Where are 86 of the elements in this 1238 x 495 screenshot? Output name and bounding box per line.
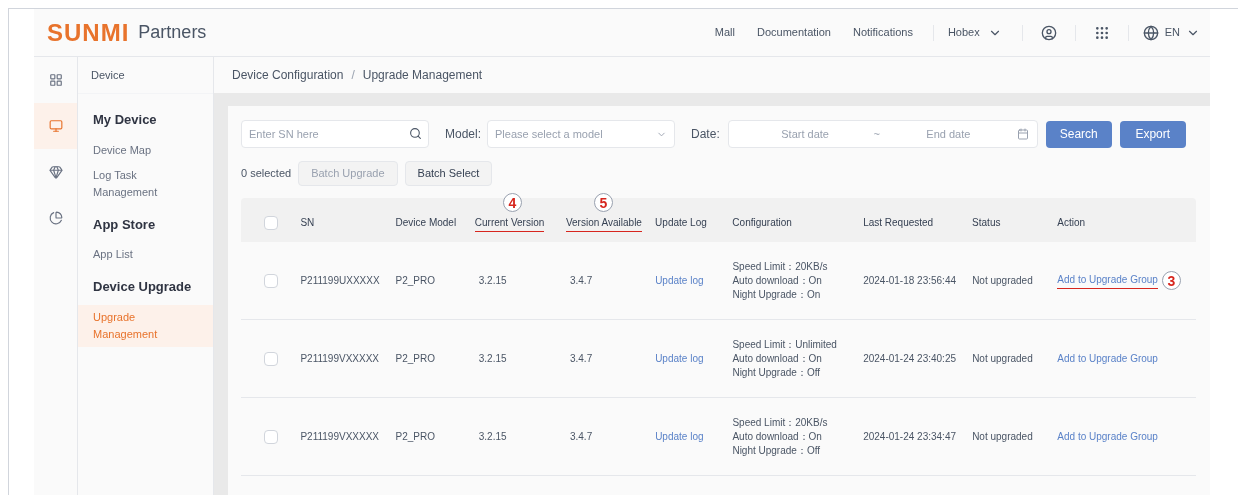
column-header: Current Version	[474, 215, 545, 232]
row-checkbox[interactable]	[263, 429, 278, 444]
column-header: Update Log	[655, 216, 707, 230]
config-line: Night Upgrade：On	[732, 287, 822, 302]
selected-count: 0 selected	[241, 166, 292, 182]
config-line: Speed Limit：20KB/s	[732, 259, 829, 274]
breadcrumb-separator: /	[351, 67, 355, 84]
row-checkbox[interactable]	[263, 351, 278, 366]
table-cell-text: P211199VXXXXX	[300, 430, 380, 444]
filter-button[interactable]: Search	[1045, 120, 1112, 148]
column-header: Version Available	[565, 215, 642, 232]
sidebar-heading: App Store	[92, 215, 157, 234]
sidebar-item[interactable]: App List	[78, 242, 213, 267]
table-cell-text: P2_PRO	[395, 352, 436, 366]
date-label: Date:	[691, 126, 720, 143]
table-cell-text: Not upgraded	[972, 274, 1034, 288]
config-line: Auto download：On	[732, 429, 823, 444]
callout-badge: 4	[502, 193, 522, 212]
callout-badge: 5	[593, 193, 613, 212]
column-header: Action	[1057, 216, 1086, 230]
filter-button[interactable]: Export	[1119, 120, 1186, 148]
sn-search-field[interactable]: Enter SN here	[241, 120, 429, 148]
update-log-link[interactable]: Update log	[655, 275, 704, 286]
nav-link[interactable]: Notifications	[853, 24, 913, 41]
table-cell-text: 2024-01-18 23:56:44	[863, 274, 957, 288]
nav-link[interactable]: Documentation	[757, 24, 831, 41]
column-header: Device Model	[395, 216, 457, 230]
config-line: Night Upgrade：Off	[732, 443, 822, 458]
config-line: Auto download：On	[732, 351, 823, 366]
sidebar-heading: Device Upgrade	[92, 278, 193, 296]
table-cell-text: P2_PRO	[395, 430, 436, 444]
config-line: Speed Limit：20KB/s	[732, 415, 829, 430]
breadcrumb-link[interactable]: Upgrade Management	[362, 66, 483, 84]
config-line: Auto download：On	[732, 273, 823, 288]
rail-item[interactable]	[34, 103, 77, 149]
monitor-icon	[48, 119, 63, 133]
batch-button[interactable]: Batch Select	[404, 161, 493, 186]
account-dropdown[interactable]: Hobex	[947, 24, 1002, 41]
nav-link[interactable]: Mall	[714, 24, 735, 41]
model-select[interactable]: Please select a model	[487, 120, 676, 148]
table-cell-text: Not upgraded	[972, 430, 1034, 444]
table-cell-text: 3.2.15	[477, 430, 508, 444]
add-to-group-link[interactable]: Add to Upgrade Group	[1057, 272, 1158, 289]
table-cell-text: P211199VXXXXX	[300, 352, 380, 366]
table-cell-text: 3.4.7	[568, 430, 594, 444]
logo[interactable]: SUNMI	[47, 14, 130, 51]
search-icon	[409, 127, 422, 140]
config-line: Speed Limit：Unlimited	[732, 337, 838, 352]
sidebar-item[interactable]: Upgrade Management	[78, 304, 213, 347]
column-header: Last Requested	[863, 216, 934, 230]
column-header: Configuration	[732, 216, 792, 230]
user-icon[interactable]	[1040, 24, 1057, 41]
pie-chart-icon	[48, 211, 63, 225]
table-cell-text: 3.2.15	[477, 274, 508, 288]
update-log-link[interactable]: Update log	[655, 353, 704, 364]
model-label: Model:	[445, 126, 482, 143]
table-cell-text: P211199UXXXXX	[300, 274, 381, 288]
grid-icon	[48, 73, 63, 87]
table-cell-text: 3.4.7	[568, 352, 594, 366]
table-cell-text: 2024-01-24 23:40:25	[863, 352, 957, 366]
apps-icon[interactable]	[1093, 24, 1110, 41]
table-cell-text: 3.2.15	[477, 352, 508, 366]
add-to-group-link[interactable]: Add to Upgrade Group	[1057, 351, 1158, 366]
row-checkbox[interactable]	[263, 273, 278, 288]
sidebar-heading: My Device	[92, 111, 158, 129]
table-cell-text: 2024-01-24 23:34:47	[863, 430, 957, 444]
globe-icon	[1142, 24, 1159, 41]
config-line: Night Upgrade：Off	[732, 365, 822, 380]
row-checkbox[interactable]	[263, 216, 278, 230]
calendar-icon	[1016, 128, 1029, 140]
logo-product: Partners	[138, 21, 207, 44]
callout-badge: 3	[1161, 271, 1181, 290]
table-cell-text: Not upgraded	[972, 352, 1034, 366]
add-to-group-link[interactable]: Add to Upgrade Group	[1057, 429, 1158, 444]
sidebar-item[interactable]: Log Task Management	[78, 162, 213, 205]
sidebar-item[interactable]: Device Map	[78, 137, 213, 163]
column-header: SN	[300, 216, 315, 230]
sidebar-title: Device	[91, 67, 125, 83]
table-cell-text: P2_PRO	[395, 274, 436, 288]
diamond-icon	[48, 165, 63, 179]
language-dropdown[interactable]: EN	[1142, 24, 1200, 41]
column-header: Status	[972, 216, 1001, 230]
update-log-link[interactable]: Update log	[655, 431, 704, 442]
date-range-field[interactable]: Start date ~ End date	[727, 120, 1038, 148]
table-cell-text: 3.4.7	[568, 274, 594, 288]
breadcrumb-link[interactable]: Device Configuration	[232, 66, 344, 84]
